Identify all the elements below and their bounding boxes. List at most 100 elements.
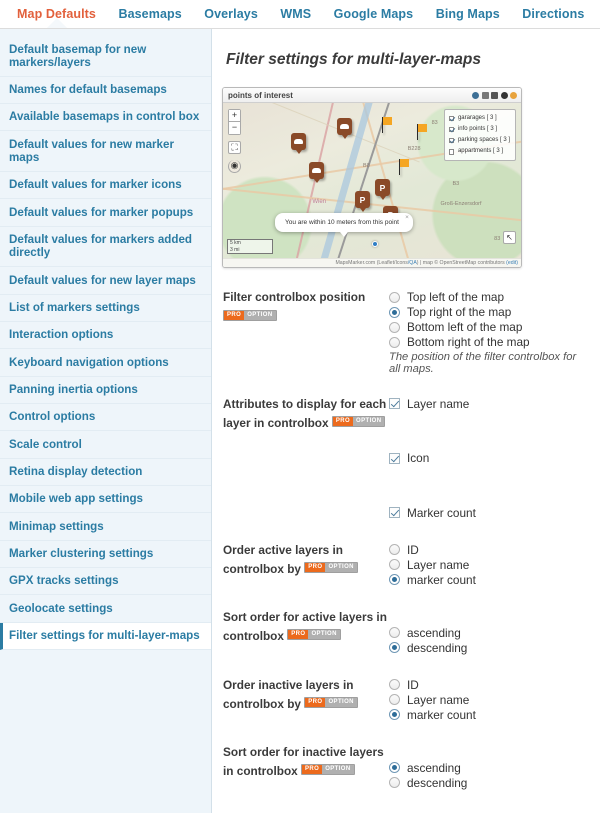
info-icon[interactable]	[510, 91, 517, 99]
map-header-icons	[472, 91, 517, 99]
map-marker-info-point[interactable]	[382, 117, 397, 133]
radio-option-inactive-marker-count[interactable]: marker count	[389, 708, 590, 723]
checkbox-option-icon[interactable]: Icon	[389, 451, 590, 466]
map-marker-garage[interactable]	[309, 162, 324, 183]
legend-item-parking-spaces[interactable]: parking spaces [ 3 ]	[448, 135, 510, 146]
legend-checkbox-icon[interactable]	[448, 126, 455, 133]
legend-checkbox-icon[interactable]	[448, 137, 455, 144]
map-marker-info-point[interactable]	[417, 124, 432, 140]
legend-item-appartments[interactable]: appartments [ 3 ]	[448, 146, 510, 157]
zoom-out-button[interactable]: −	[228, 122, 241, 135]
checkbox-icon[interactable]	[389, 452, 400, 464]
grid-icon[interactable]	[481, 91, 489, 99]
radio-option-top-left[interactable]: Top left of the map	[389, 290, 590, 305]
field-sort-inactive-layers: Sort order for inactive layers in contro…	[220, 745, 590, 791]
qr-code-icon[interactable]	[491, 91, 498, 99]
sidebar-item-list-of-markers[interactable]: List of markers settings	[0, 295, 211, 322]
recenter-icon[interactable]: ↖	[503, 231, 516, 244]
radio-option-active-layer-name[interactable]: Layer name	[389, 558, 590, 573]
sidebar-item-gpx-tracks[interactable]: GPX tracks settings	[0, 568, 211, 596]
close-icon[interactable]: ×	[405, 214, 409, 221]
radio-icon[interactable]	[389, 642, 400, 654]
tab-directions[interactable]: Directions	[513, 0, 593, 28]
locate-icon[interactable]: ◉	[228, 160, 241, 173]
radio-option-active-descending[interactable]: descending	[389, 641, 590, 656]
radio-icon[interactable]	[389, 627, 400, 639]
layers-icon[interactable]	[472, 91, 479, 99]
radio-icon[interactable]	[389, 679, 400, 691]
checkbox-option-marker-count[interactable]: Marker count	[389, 506, 590, 521]
radio-icon[interactable]	[389, 336, 400, 348]
sidebar-item-marker-clustering[interactable]: Marker clustering settings	[0, 541, 211, 568]
sidebar-item-new-layer-maps[interactable]: Default values for new layer maps	[0, 267, 211, 295]
checkbox-icon[interactable]	[389, 398, 400, 410]
tab-overlays[interactable]: Overlays	[195, 0, 267, 28]
radio-icon[interactable]	[389, 306, 400, 318]
radio-option-bottom-right[interactable]: Bottom right of the map	[389, 335, 590, 350]
radio-option-active-ascending[interactable]: ascending	[389, 626, 590, 641]
sidebar-item-scale-control[interactable]: Scale control	[0, 431, 211, 459]
tab-bing-maps[interactable]: Bing Maps	[427, 0, 509, 28]
radio-option-inactive-id[interactable]: ID	[389, 678, 590, 693]
sidebar-item-basemap-names[interactable]: Names for default basemaps	[0, 77, 211, 104]
sidebar-item-available-basemaps[interactable]: Available basemaps in control box	[0, 104, 211, 132]
attribution-mapsmarker[interactable]: MapsMarker.com	[335, 260, 375, 266]
checkbox-icon[interactable]	[389, 507, 400, 519]
attribution-leaflet[interactable]: (Leaflet/Icons	[377, 260, 408, 266]
fullscreen-icon[interactable]: ⛶	[228, 141, 241, 154]
radio-icon[interactable]	[389, 544, 400, 556]
map-marker-garage[interactable]	[337, 118, 352, 139]
radio-icon[interactable]	[389, 291, 400, 303]
sidebar-item-mobile-web-app[interactable]: Mobile web app settings	[0, 486, 211, 514]
attribution-edit-link[interactable]: (edit)	[506, 260, 518, 266]
attribution-qa-link[interactable]: /QA	[408, 260, 417, 266]
radio-option-top-right[interactable]: Top right of the map	[389, 305, 590, 320]
radio-icon[interactable]	[389, 777, 400, 789]
map-preview: points of interest Wien Groß-Enzersdorf …	[222, 87, 522, 268]
legend-checkbox-icon[interactable]	[448, 115, 455, 122]
radio-icon[interactable]	[389, 574, 400, 586]
tab-google-maps[interactable]: Google Maps	[325, 0, 423, 28]
map-marker-parking[interactable]: P	[375, 179, 390, 200]
legend-item-garages[interactable]: gararages [ 3 ]	[448, 113, 510, 124]
radio-label: Layer name	[407, 692, 470, 707]
map-marker-parking[interactable]: P	[355, 191, 370, 212]
field-control: ascending descending	[388, 610, 590, 656]
radio-option-inactive-ascending[interactable]: ascending	[389, 761, 590, 776]
sidebar-item-marker-popups[interactable]: Default values for marker popups	[0, 199, 211, 227]
road-label: B228	[407, 146, 421, 153]
radio-option-bottom-left[interactable]: Bottom left of the map	[389, 320, 590, 335]
sidebar-item-filter-settings[interactable]: Filter settings for multi-layer-maps	[0, 622, 211, 650]
checkbox-option-layer-name[interactable]: Layer name	[389, 397, 590, 412]
map-canvas[interactable]: Wien Groß-Enzersdorf B228 B8 B3 83 83 + …	[223, 103, 521, 258]
legend-item-info-points[interactable]: info points [ 3 ]	[448, 124, 510, 135]
map-marker-info-point[interactable]	[399, 159, 414, 175]
radio-icon[interactable]	[389, 321, 400, 333]
sidebar-item-new-marker-maps[interactable]: Default values for new marker maps	[0, 131, 211, 172]
radio-option-active-id[interactable]: ID	[389, 543, 590, 558]
sidebar-item-panning-inertia[interactable]: Panning inertia options	[0, 377, 211, 404]
zoom-in-button[interactable]: +	[228, 109, 241, 122]
sidebar-item-interaction-options[interactable]: Interaction options	[0, 322, 211, 350]
legend-checkbox-icon[interactable]	[448, 149, 455, 155]
sidebar-item-marker-icons[interactable]: Default values for marker icons	[0, 172, 211, 200]
radio-icon[interactable]	[389, 762, 400, 774]
sidebar-item-control-options[interactable]: Control options	[0, 404, 211, 432]
sidebar-item-minimap[interactable]: Minimap settings	[0, 513, 211, 541]
gear-icon[interactable]	[500, 91, 508, 99]
radio-option-active-marker-count[interactable]: marker count	[389, 573, 590, 588]
map-marker-garage[interactable]	[291, 133, 306, 154]
tab-basemaps[interactable]: Basemaps	[109, 0, 190, 28]
sidebar-item-geolocate[interactable]: Geolocate settings	[0, 595, 211, 623]
sidebar-item-default-basemap[interactable]: Default basemap for new markers/layers	[0, 36, 211, 77]
filter-controlbox[interactable]: gararages [ 3 ] info points [ 3 ] parkin…	[443, 109, 516, 162]
sidebar-item-keyboard-navigation[interactable]: Keyboard navigation options	[0, 349, 211, 377]
radio-icon[interactable]	[389, 694, 400, 706]
radio-option-inactive-descending[interactable]: descending	[389, 776, 590, 791]
sidebar-item-markers-added-directly[interactable]: Default values for markers added directl…	[0, 227, 211, 268]
radio-icon[interactable]	[389, 559, 400, 571]
sidebar-item-retina-display[interactable]: Retina display detection	[0, 459, 211, 486]
radio-option-inactive-layer-name[interactable]: Layer name	[389, 693, 590, 708]
tab-wms[interactable]: WMS	[271, 0, 320, 28]
radio-icon[interactable]	[389, 709, 400, 721]
